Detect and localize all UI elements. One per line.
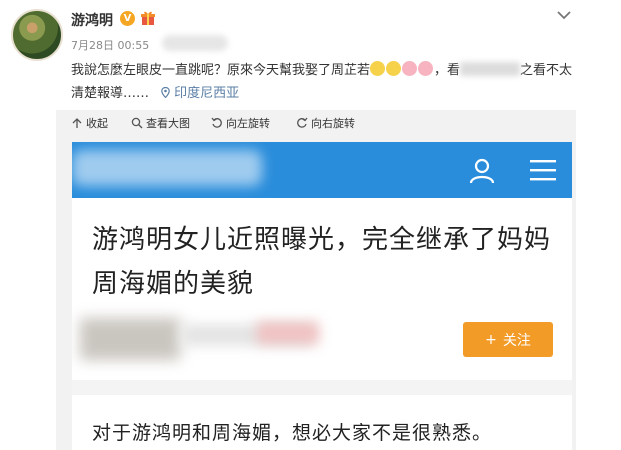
rotate-right-icon [297, 117, 308, 128]
article-screenshot[interactable]: 游鸿明女儿近照曝光，完全继承了妈妈周海媚的美貌 + 关注 对于游鸿明和周海媚，想… [72, 142, 572, 450]
follow-button[interactable]: + 关注 [463, 322, 553, 357]
avatar[interactable] [11, 9, 63, 61]
pig-emoji-icon [402, 61, 418, 76]
blurred-author-avatar [80, 318, 180, 360]
plus-icon: + [485, 331, 497, 348]
glasses-emoji-icon [370, 61, 386, 76]
post-text: 我說怎麼左眼皮一直跳呢？原來今天幫我娶了周芷若 ，看 之看不太清楚報導…… 印度尼西… [71, 59, 581, 105]
view-large-label: 查看大图 [146, 117, 190, 130]
blurred-logo [72, 150, 262, 186]
pig-emoji-icon [418, 61, 434, 76]
blurred-text [460, 62, 521, 76]
location-pin-icon [161, 87, 170, 98]
post-text-part1: 我說怎麼左眼皮一直跳呢？原來今天幫我娶了周芷若 [71, 63, 371, 78]
follow-label: 关注 [502, 332, 531, 349]
smile-emoji-icon [386, 61, 402, 76]
weibo-post: 游鸿明 V 7月28日 00:55 我說怎麼左眼皮一直跳呢？原來今天幫我娶了周芷… [0, 0, 621, 112]
post-text-part2: ，看 [434, 63, 461, 78]
article-body-text: 对于游鸿明和周海媚，想必大家不是很熟悉。 [92, 422, 493, 444]
rotate-left-button[interactable]: 向左旋转 [211, 115, 270, 131]
blurred-source [162, 35, 228, 51]
rotate-right-label: 向右旋转 [311, 117, 355, 130]
rotate-left-icon [211, 117, 222, 128]
location-link[interactable]: 印度尼西亚 [174, 86, 239, 101]
collapse-label: 收起 [86, 117, 108, 130]
collapse-icon [72, 118, 82, 128]
rotate-left-label: 向左旋转 [226, 117, 270, 130]
image-toolbar: 收起 查看大图 向左旋转 向右旋转 [56, 110, 576, 137]
collapse-button[interactable]: 收起 [71, 115, 108, 131]
blurred-author-tag [257, 322, 319, 344]
gift-icon [141, 11, 155, 25]
username[interactable]: 游鸿明 [71, 10, 113, 30]
zoom-icon [131, 117, 143, 129]
menu-icon[interactable] [529, 158, 557, 182]
section-divider [72, 380, 572, 395]
post-date[interactable]: 7月28日 00:55 [71, 37, 149, 53]
rotate-right-button[interactable]: 向右旋转 [296, 115, 355, 131]
view-large-button[interactable]: 查看大图 [131, 115, 190, 131]
article-header [72, 142, 572, 198]
verified-badge-icon: V [120, 11, 135, 26]
article-headline: 游鸿明女儿近照曝光，完全继承了妈妈周海媚的美貌 [92, 225, 552, 299]
user-icon[interactable] [468, 156, 496, 184]
chevron-down-icon[interactable] [556, 8, 572, 22]
